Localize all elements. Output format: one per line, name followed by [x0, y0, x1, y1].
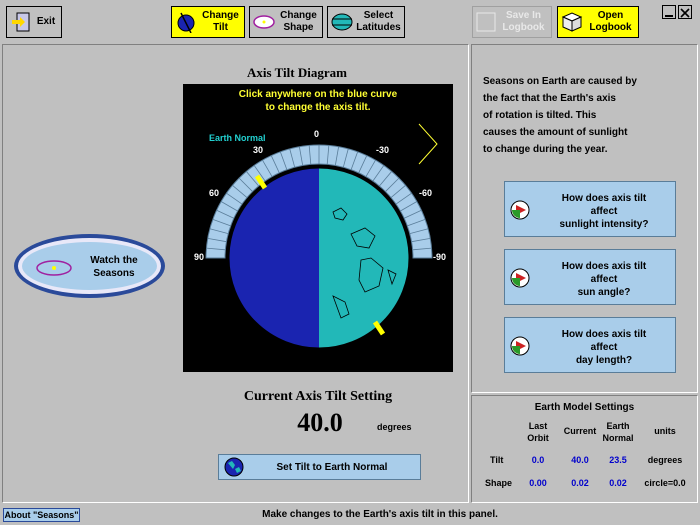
- earth-normal-label: Earth Normal: [209, 133, 266, 143]
- globe-icon: [224, 457, 244, 477]
- select-latitudes-button[interactable]: Select Latitudes: [327, 6, 405, 38]
- tick-label-0: 0: [314, 129, 320, 139]
- row-tilt-last: 0.0: [531, 455, 545, 465]
- header-last-orbit: Last Orbit: [527, 421, 549, 443]
- globe-tilt-icon: [175, 11, 197, 34]
- tick-label-30: 30: [253, 145, 264, 155]
- globe-latitude-icon: [331, 11, 353, 33]
- tick-label-neg90: -90: [433, 252, 447, 262]
- model-settings-title: Earth Model Settings: [534, 402, 635, 413]
- orbit-icon: [36, 260, 72, 276]
- book-icon: [561, 11, 583, 33]
- exit-icon: [11, 12, 31, 32]
- watch-seasons-label: Watch the Seasons: [90, 255, 138, 279]
- row-tilt-label: Tilt: [490, 455, 504, 465]
- about-seasons-button[interactable]: About "Seasons": [3, 508, 80, 522]
- sunlight-arrow: [418, 123, 438, 165]
- tick-label-90: 90: [194, 252, 205, 262]
- tick-label-60: 60: [209, 188, 220, 198]
- status-bar-text: Make changes to the Earth's axis tilt in…: [262, 509, 498, 520]
- watch-seasons-button[interactable]: Watch the Seasons: [14, 234, 165, 298]
- exit-button[interactable]: Exit: [6, 6, 62, 38]
- play-icon: [510, 268, 530, 288]
- minimize-button[interactable]: [662, 5, 676, 19]
- axis-tilt-diagram[interactable]: Click anywhere on the blue curve to chan…: [183, 84, 453, 372]
- close-icon: [680, 8, 690, 18]
- play-icon: [510, 200, 530, 220]
- question-day-length-button[interactable]: How does axis tilt affect day length?: [504, 317, 676, 373]
- row-shape-normal: 0.02: [609, 478, 627, 488]
- close-button[interactable]: [678, 5, 692, 19]
- header-current: Current: [563, 426, 597, 436]
- tick-label-neg30: -30: [376, 145, 390, 155]
- current-tilt-unit: degrees: [377, 422, 412, 432]
- tick-label-neg60: -60: [419, 188, 433, 198]
- question-day-length-label: How does axis tilt affect day length?: [561, 329, 647, 366]
- row-shape-current: 0.02: [571, 478, 589, 488]
- question-sunlight-intensity-button[interactable]: How does axis tilt affect sunlight inten…: [504, 181, 676, 237]
- row-tilt-normal: 23.5: [609, 455, 627, 465]
- question-sun-angle-label: How does axis tilt affect sun angle?: [561, 261, 647, 298]
- question-sunlight-intensity-label: How does axis tilt affect sunlight inten…: [559, 193, 649, 230]
- current-setting-title: Current Axis Tilt Setting: [243, 389, 393, 404]
- header-units: units: [654, 426, 676, 436]
- question-sun-angle-button[interactable]: How does axis tilt affect sun angle?: [504, 249, 676, 305]
- set-tilt-label: Set Tilt to Earth Normal: [276, 462, 388, 473]
- current-tilt-value: 40.0: [297, 408, 343, 437]
- open-logbook-button[interactable]: Open Logbook: [557, 6, 639, 38]
- save-in-logbook-button[interactable]: Save In Logbook: [472, 6, 552, 38]
- row-shape-last: 0.00: [529, 478, 547, 488]
- minimize-icon: [665, 15, 673, 17]
- save-icon: [476, 12, 496, 32]
- set-tilt-earth-normal-button[interactable]: Set Tilt to Earth Normal: [218, 454, 421, 480]
- tilt-scale-svg: [205, 123, 438, 349]
- change-shape-button[interactable]: Change Shape: [249, 6, 323, 38]
- play-icon: [510, 336, 530, 356]
- axis-south-marker: [372, 320, 386, 336]
- header-earth-normal: Earth Normal: [602, 421, 634, 443]
- row-tilt-current: 40.0: [571, 455, 589, 465]
- diagram-title: Axis Tilt Diagram: [247, 65, 347, 80]
- change-tilt-button[interactable]: Change Tilt: [171, 6, 245, 38]
- about-seasons-label: About "Seasons": [4, 510, 79, 520]
- row-shape-units: circle=0.0: [644, 478, 686, 488]
- row-tilt-units: degrees: [647, 455, 683, 465]
- info-text: Seasons on Earth are caused by the fact …: [483, 76, 637, 155]
- ellipse-orbit-icon: [253, 11, 275, 33]
- row-shape-label: Shape: [485, 478, 513, 488]
